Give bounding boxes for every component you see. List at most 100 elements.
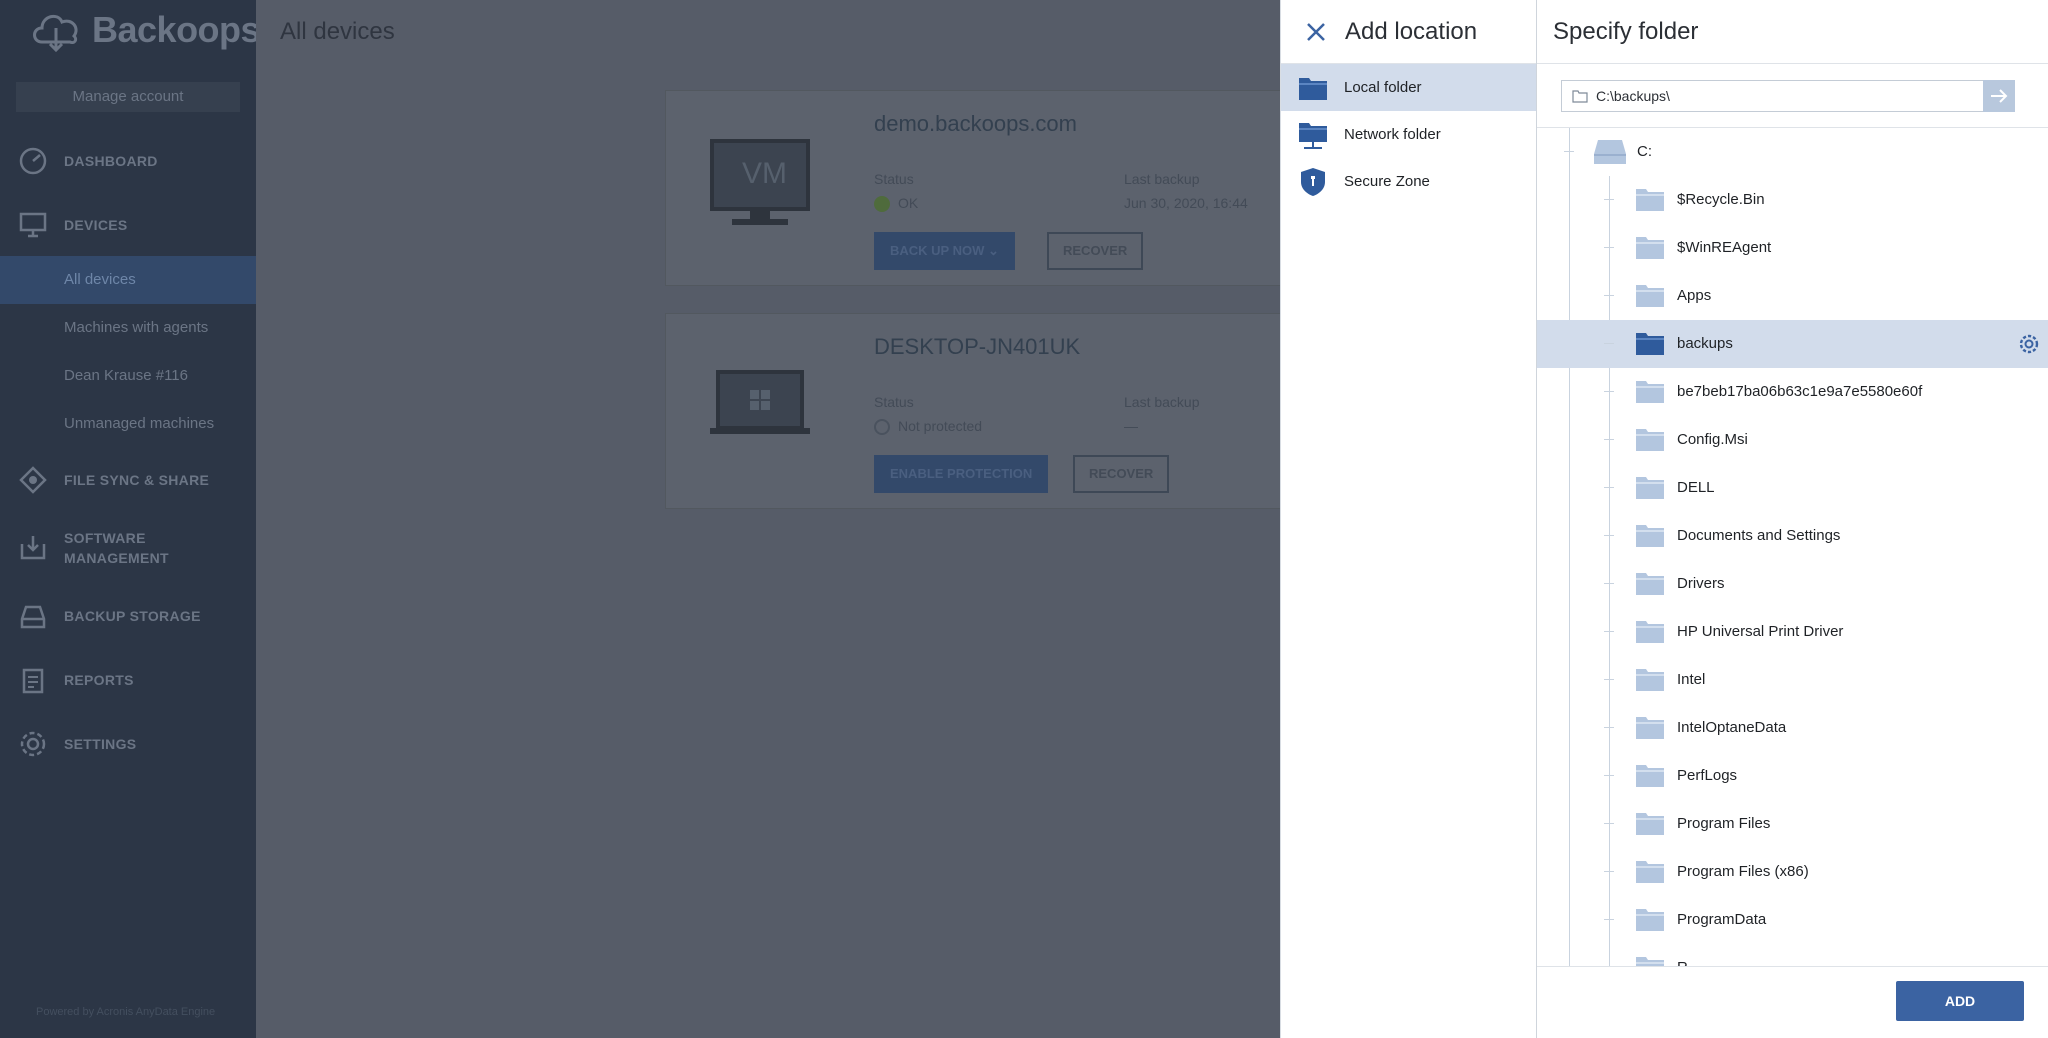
tree-row[interactable]: $WinREAgent (1537, 224, 2048, 272)
nav-backup-storage-label: BACKUP STORAGE (64, 608, 201, 624)
folder-name: Program Files (x86) (1677, 863, 1809, 880)
tree-row[interactable]: Program Files (1537, 800, 2048, 848)
arrow-right-icon (1991, 89, 2008, 103)
status-label: Status (874, 394, 914, 410)
folder-tree[interactable]: C: $Recycle.Bin $WinREAgent Apps backups be7… (1537, 127, 2048, 967)
tree-tick (1604, 727, 1614, 728)
laptop-icon (710, 370, 810, 434)
brand-logo[interactable]: Backoops (28, 6, 261, 54)
folder-name: ProgramData (1677, 911, 1767, 928)
location-network-folder[interactable]: Network folder (1281, 111, 1536, 158)
vm-label: VM (742, 157, 787, 190)
tree-tick (1604, 631, 1614, 632)
nav-software-management[interactable]: SOFTWARE MANAGEMENT (0, 528, 256, 568)
nav-reports[interactable]: REPORTS (0, 664, 256, 696)
status-value: Not protected (874, 418, 982, 436)
device-card[interactable]: DESKTOP-JN401UK Status Not protected Las… (665, 313, 1285, 509)
location-secure-zone[interactable]: Secure Zone (1281, 158, 1536, 205)
last-backup-value: — (1124, 418, 1138, 434)
folder-outline-icon (1572, 90, 1588, 103)
tree-row[interactable]: Documents and Settings (1537, 512, 2048, 560)
folder-icon (1636, 573, 1664, 595)
tree-row[interactable]: Apps (1537, 272, 2048, 320)
tree-row[interactable]: Program Files (x86) (1537, 848, 2048, 896)
sidebar-item-unmanaged-machines[interactable]: Unmanaged machines (0, 400, 256, 448)
nav-dashboard[interactable]: DASHBOARD (0, 145, 256, 177)
go-arrow-button[interactable] (1983, 80, 2015, 112)
sidebar-item-dean-krause[interactable]: Dean Krause #116 (0, 352, 256, 400)
drive-row[interactable]: C: (1537, 128, 2048, 176)
sidebar-item-machines-with-agents[interactable]: Machines with agents (0, 304, 256, 352)
nav-devices[interactable]: DEVICES (0, 209, 256, 241)
nav-file-sync[interactable]: FILE SYNC & SHARE (0, 464, 256, 496)
tree-row[interactable]: Intel (1537, 656, 2048, 704)
location-local-folder[interactable]: Local folder (1281, 64, 1536, 111)
folder-name: $WinREAgent (1677, 239, 1772, 256)
folder-icon (1636, 333, 1664, 355)
tree-row[interactable]: IntelOptaneData (1537, 704, 2048, 752)
folder-icon (1636, 525, 1664, 547)
folder-name: Program Files (1677, 815, 1771, 832)
nav-settings-label: SETTINGS (64, 736, 137, 752)
page-title: All devices (280, 18, 395, 45)
folder-icon (1636, 429, 1664, 451)
tree-row[interactable]: Config.Msi (1537, 416, 2048, 464)
enable-protection-button[interactable]: ENABLE PROTECTION (874, 455, 1049, 493)
folder-icon (1636, 669, 1664, 691)
folder-icon (1636, 477, 1664, 499)
cloud-logo-icon (33, 14, 78, 53)
folder-name: $Recycle.Bin (1677, 191, 1765, 208)
add-button[interactable]: ADD (1896, 981, 2024, 1021)
manage-account-button[interactable]: Manage account (16, 82, 240, 112)
tree-tick (1604, 199, 1614, 200)
tree-row[interactable]: PerfLogs (1537, 752, 2048, 800)
tree-row[interactable]: DELL (1537, 464, 2048, 512)
location-local-folder-label: Local folder (1344, 79, 1422, 96)
path-input[interactable]: C:\backups\ (1561, 80, 1983, 112)
sidebar-item-all-devices[interactable]: All devices (0, 256, 256, 304)
specify-folder-panel: Specify folder C:\backups\ C: $Recycle.B… (1536, 0, 2048, 1038)
folder-icon (1636, 285, 1664, 307)
tree-row[interactable]: HP Universal Print Driver (1537, 608, 2048, 656)
tree-row[interactable]: R... (1537, 944, 2048, 967)
recover-button[interactable]: RECOVER (1073, 455, 1170, 493)
tree-row[interactable]: $Recycle.Bin (1537, 176, 2048, 224)
folder-name: Intel (1677, 671, 1706, 688)
device-name[interactable]: demo.backoops.com (874, 111, 1077, 137)
path-value: C:\backups\ (1596, 88, 1670, 104)
add-location-panel: Add location Local folder Network folder… (1280, 0, 1536, 1038)
tree-tick (1604, 919, 1614, 920)
tree-row[interactable]: Drivers (1537, 560, 2048, 608)
device-card[interactable]: VM demo.backoops.com Status OK Last back… (665, 90, 1285, 286)
close-icon[interactable] (1301, 17, 1331, 47)
device-name[interactable]: DESKTOP-JN401UK (874, 334, 1080, 360)
nav-settings[interactable]: SETTINGS (0, 728, 256, 760)
folder-name: backups (1677, 335, 1733, 352)
nav-software-label-1: SOFTWARE (64, 530, 146, 546)
tree-row[interactable]: be7beb17ba06b63c1e9a7e5580e60f (1537, 368, 2048, 416)
tree-tick (1604, 871, 1614, 872)
drive-name: C: (1637, 143, 1652, 160)
tree-row-selected[interactable]: backups (1537, 320, 2048, 368)
add-location-title: Add location (1345, 17, 1478, 45)
last-backup-label: Last backup (1124, 394, 1200, 410)
nav-backup-storage[interactable]: BACKUP STORAGE (0, 600, 256, 632)
tree-row[interactable]: ProgramData (1537, 896, 2048, 944)
recover-button[interactable]: RECOVER (1047, 232, 1144, 270)
folder-name: Drivers (1677, 575, 1725, 592)
folder-icon (1636, 189, 1664, 211)
folder-name: R... (1677, 944, 1700, 967)
gear-icon (18, 729, 48, 759)
tree-tick (1604, 295, 1614, 296)
folder-name: Apps (1677, 287, 1712, 304)
back-up-now-button[interactable]: BACK UP NOW ⌄ (874, 232, 1015, 270)
specify-folder-title: Specify folder (1553, 17, 1699, 45)
folder-name: DELL (1677, 479, 1715, 496)
tree-tick (1604, 391, 1614, 392)
monitor-icon (18, 210, 48, 240)
folder-icon (1636, 717, 1664, 739)
gear-icon[interactable] (2018, 333, 2040, 355)
tree-tick (1604, 775, 1614, 776)
folder-name: Config.Msi (1677, 431, 1748, 448)
brand-name: Backoops (92, 9, 261, 50)
